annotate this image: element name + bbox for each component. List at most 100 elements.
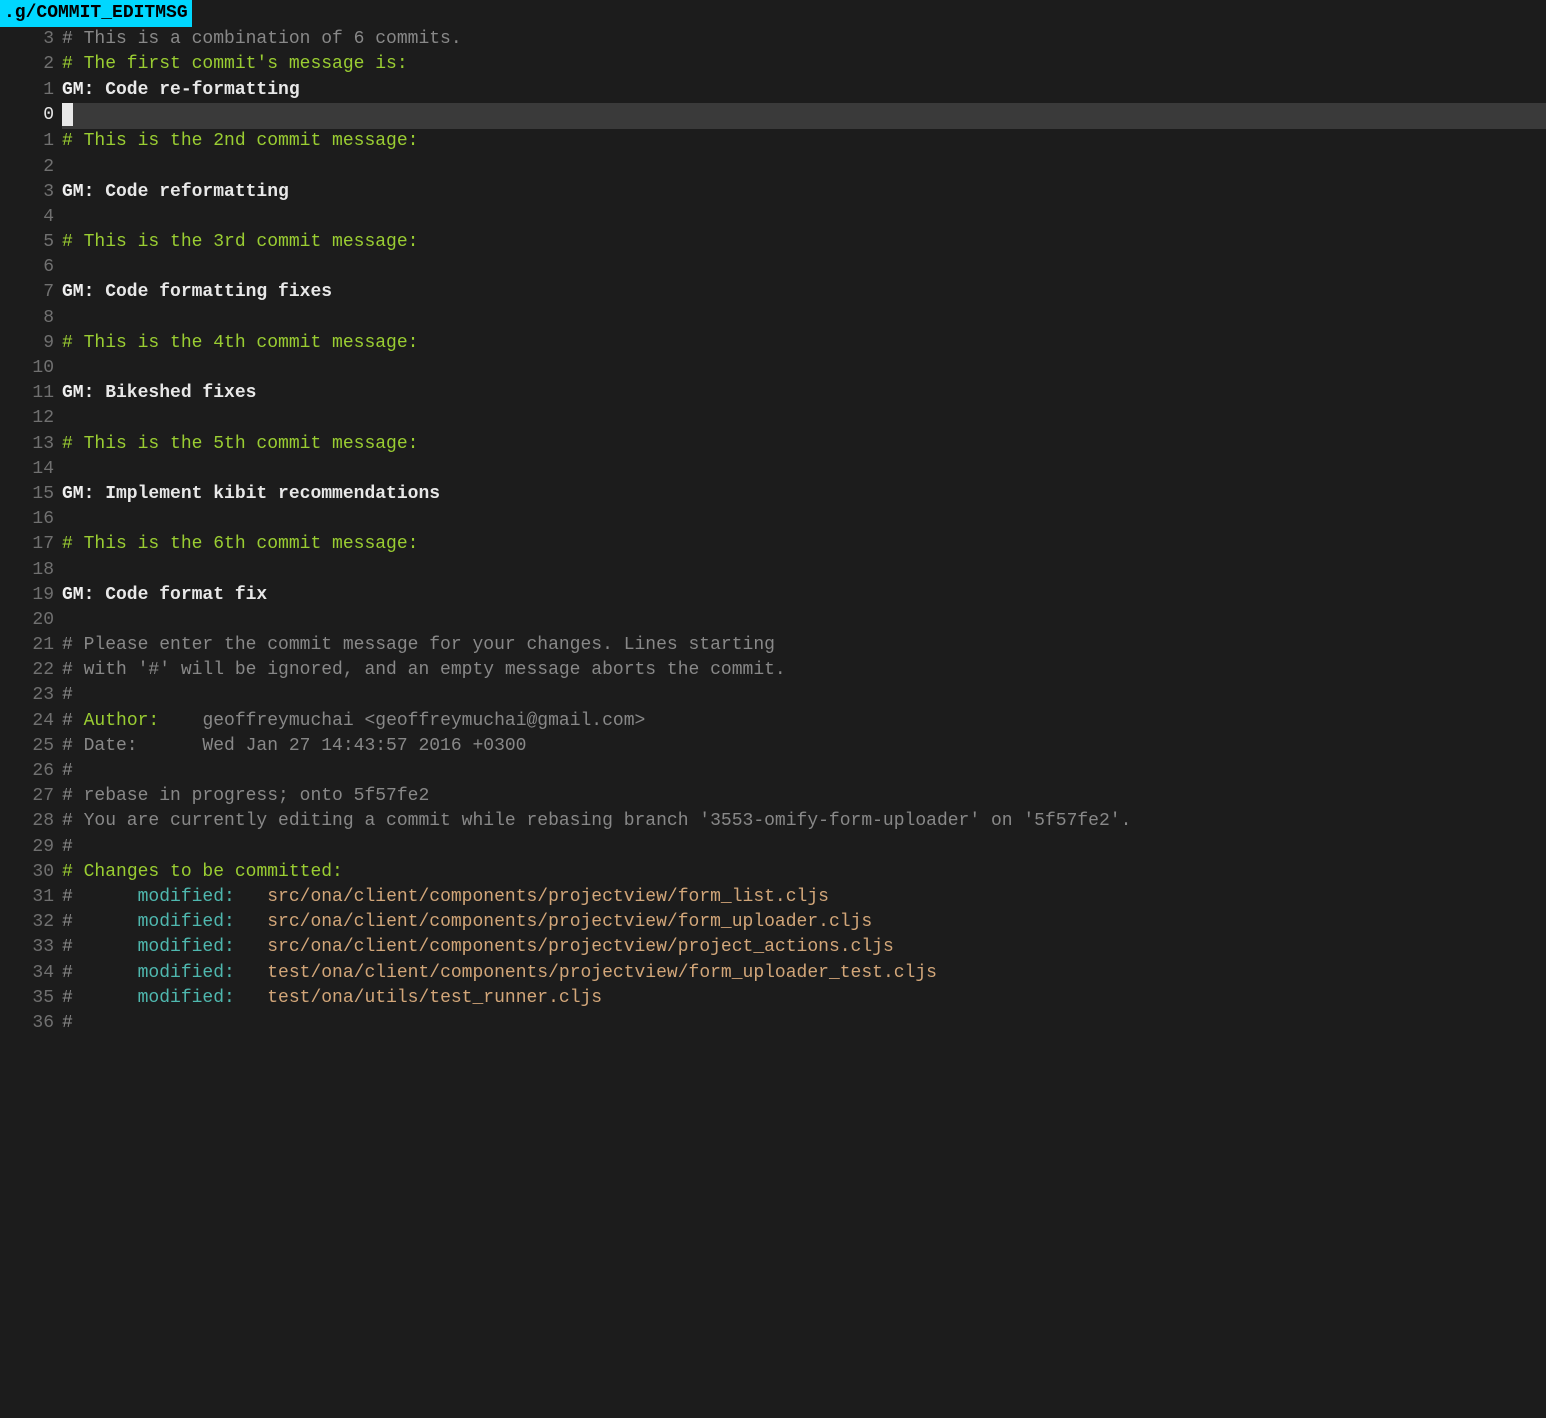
line-number: 20 [0, 608, 62, 633]
line-content: GM: Code re-formatting [62, 78, 1546, 103]
line-number: 19 [0, 583, 62, 608]
editor-line[interactable]: 2 [0, 155, 1546, 180]
editor-line[interactable]: 16 [0, 507, 1546, 532]
line-number: 14 [0, 457, 62, 482]
editor-line[interactable]: 29# [0, 835, 1546, 860]
editor-line[interactable]: 22# with '#' will be ignored, and an emp… [0, 658, 1546, 683]
line-number: 12 [0, 406, 62, 431]
line-number: 13 [0, 432, 62, 457]
editor-line[interactable]: 33# modified: src/ona/client/components/… [0, 935, 1546, 960]
editor-line[interactable]: 20 [0, 608, 1546, 633]
line-content: # modified: test/ona/client/components/p… [62, 961, 1546, 986]
editor-line[interactable]: 1# This is the 2nd commit message: [0, 129, 1546, 154]
editor-line[interactable]: 2# The first commit's message is: [0, 52, 1546, 77]
line-content: GM: Code format fix [62, 583, 1546, 608]
editor-line[interactable]: 3GM: Code reformatting [0, 180, 1546, 205]
editor-line[interactable]: 7GM: Code formatting fixes [0, 280, 1546, 305]
editor-line[interactable]: 9# This is the 4th commit message: [0, 331, 1546, 356]
line-content: # You are currently editing a commit whi… [62, 809, 1546, 834]
line-number: 28 [0, 809, 62, 834]
editor-line[interactable]: 8 [0, 306, 1546, 331]
line-content: # modified: src/ona/client/components/pr… [62, 935, 1546, 960]
line-content: # Please enter the commit message for yo… [62, 633, 1546, 658]
editor-line[interactable]: 17# This is the 6th commit message: [0, 532, 1546, 557]
line-content: # This is the 4th commit message: [62, 331, 1546, 356]
line-content: # modified: src/ona/client/components/pr… [62, 885, 1546, 910]
line-number: 21 [0, 633, 62, 658]
editor-line[interactable]: 12 [0, 406, 1546, 431]
editor-line[interactable]: 34# modified: test/ona/client/components… [0, 961, 1546, 986]
line-number: 18 [0, 558, 62, 583]
line-content [62, 306, 1546, 331]
line-number: 16 [0, 507, 62, 532]
line-number: 8 [0, 306, 62, 331]
line-number: 3 [0, 27, 62, 52]
line-number: 27 [0, 784, 62, 809]
line-number: 29 [0, 835, 62, 860]
line-content: # Date: Wed Jan 27 14:43:57 2016 +0300 [62, 734, 1546, 759]
line-content: # This is the 3rd commit message: [62, 230, 1546, 255]
line-content [62, 356, 1546, 381]
line-number: 0 [0, 103, 62, 130]
line-number: 25 [0, 734, 62, 759]
editor-line[interactable]: 19GM: Code format fix [0, 583, 1546, 608]
editor-line[interactable]: 14 [0, 457, 1546, 482]
line-number: 1 [0, 78, 62, 103]
line-number: 2 [0, 52, 62, 77]
line-content: # [62, 1011, 1546, 1036]
editor-line[interactable]: 5# This is the 3rd commit message: [0, 230, 1546, 255]
line-number: 10 [0, 356, 62, 381]
editor-line[interactable]: 36# [0, 1011, 1546, 1036]
editor-line[interactable]: 13# This is the 5th commit message: [0, 432, 1546, 457]
line-number: 36 [0, 1011, 62, 1036]
line-content: # This is the 5th commit message: [62, 432, 1546, 457]
line-content: # with '#' will be ignored, and an empty… [62, 658, 1546, 683]
editor-line[interactable]: 23# [0, 683, 1546, 708]
line-number: 32 [0, 910, 62, 935]
editor-line[interactable]: 24# Author: geoffreymuchai <geoffreymuch… [0, 709, 1546, 734]
editor-line[interactable]: 35# modified: test/ona/utils/test_runner… [0, 986, 1546, 1011]
editor-line[interactable]: 26# [0, 759, 1546, 784]
editor-line[interactable]: 27# rebase in progress; onto 5f57fe2 [0, 784, 1546, 809]
line-content: # This is the 2nd commit message: [62, 129, 1546, 154]
line-number: 33 [0, 935, 62, 960]
line-content: # This is a combination of 6 commits. [62, 27, 1546, 52]
line-content [62, 507, 1546, 532]
line-number: 34 [0, 961, 62, 986]
filename-bar: .g/COMMIT_EDITMSG [0, 0, 192, 27]
editor-line[interactable]: 0 [0, 103, 1546, 130]
line-number: 6 [0, 255, 62, 280]
line-number: 23 [0, 683, 62, 708]
editor-line[interactable]: 3# This is a combination of 6 commits. [0, 27, 1546, 52]
editor-line[interactable]: 11GM: Bikeshed fixes [0, 381, 1546, 406]
line-number: 17 [0, 532, 62, 557]
line-number: 5 [0, 230, 62, 255]
line-number: 11 [0, 381, 62, 406]
line-number: 24 [0, 709, 62, 734]
line-number: 4 [0, 205, 62, 230]
editor-line[interactable]: 21# Please enter the commit message for … [0, 633, 1546, 658]
line-content [62, 558, 1546, 583]
editor-line[interactable]: 6 [0, 255, 1546, 280]
editor-line[interactable]: 30# Changes to be committed: [0, 860, 1546, 885]
editor-line[interactable]: 18 [0, 558, 1546, 583]
line-content: # The first commit's message is: [62, 52, 1546, 77]
editor-line[interactable]: 25# Date: Wed Jan 27 14:43:57 2016 +0300 [0, 734, 1546, 759]
line-number: 31 [0, 885, 62, 910]
editor-line[interactable]: 28# You are currently editing a commit w… [0, 809, 1546, 834]
editor-line[interactable]: 1GM: Code re-formatting [0, 78, 1546, 103]
editor-line[interactable]: 31# modified: src/ona/client/components/… [0, 885, 1546, 910]
line-content: # This is the 6th commit message: [62, 532, 1546, 557]
line-content: GM: Code reformatting [62, 180, 1546, 205]
editor-line[interactable]: 32# modified: src/ona/client/components/… [0, 910, 1546, 935]
editor-line[interactable]: 4 [0, 205, 1546, 230]
line-content: # modified: src/ona/client/components/pr… [62, 910, 1546, 935]
editor-line[interactable]: 15GM: Implement kibit recommendations [0, 482, 1546, 507]
editor-area[interactable]: 3# This is a combination of 6 commits.2#… [0, 27, 1546, 1036]
line-content: # Author: geoffreymuchai <geoffreymuchai… [62, 709, 1546, 734]
line-content: GM: Implement kibit recommendations [62, 482, 1546, 507]
editor-line[interactable]: 10 [0, 356, 1546, 381]
line-content [62, 103, 1546, 130]
line-number: 9 [0, 331, 62, 356]
line-content [62, 155, 1546, 180]
